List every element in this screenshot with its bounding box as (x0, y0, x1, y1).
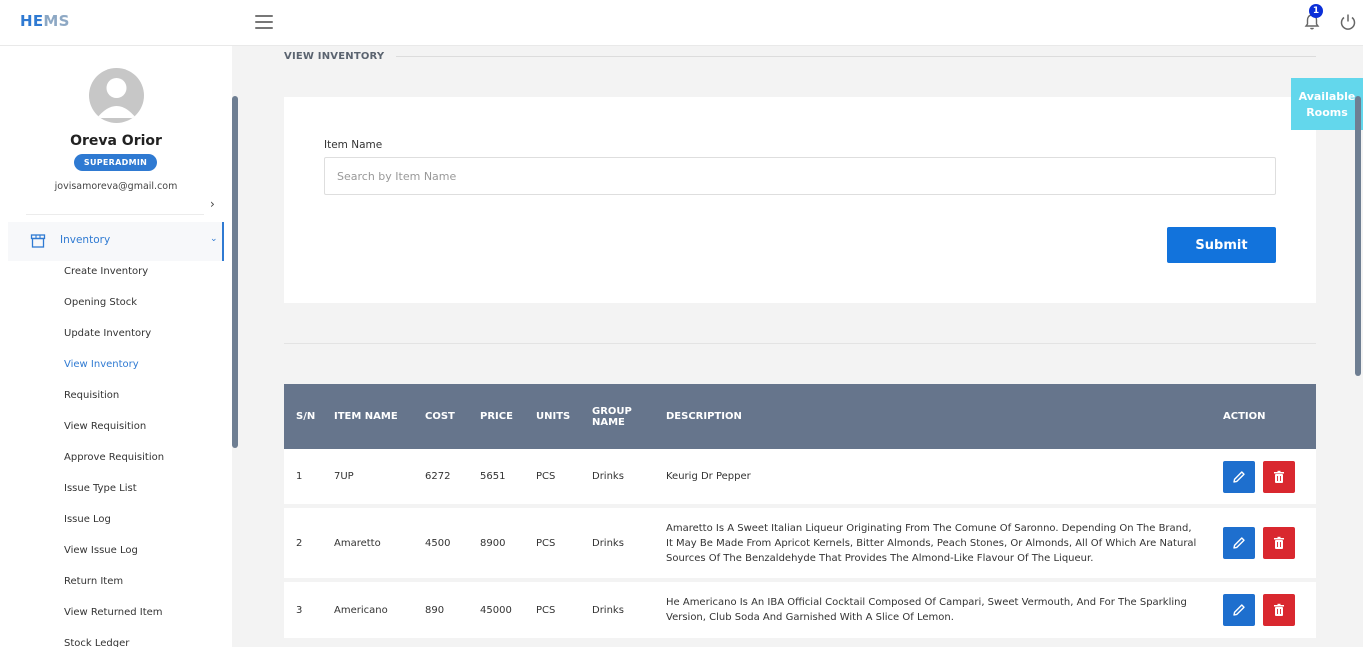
delete-button[interactable] (1263, 527, 1295, 559)
cell-sn: 2 (284, 508, 328, 582)
cell-cost: 6272 (419, 449, 474, 508)
item-name-search-input[interactable] (324, 157, 1276, 195)
submit-button[interactable]: Submit (1167, 227, 1276, 263)
cell-action (1217, 449, 1316, 508)
header-price: PRICE (474, 384, 530, 449)
cell-price: 5651 (474, 449, 530, 508)
power-icon[interactable] (1339, 13, 1357, 31)
cell-cost: 890 (419, 582, 474, 642)
cell-action (1217, 582, 1316, 642)
cell-units: PCS (530, 582, 586, 642)
sidebar-item-issue-log[interactable]: Issue Log (64, 510, 164, 541)
cell-price: 8900 (474, 508, 530, 582)
table-header-row: S/N ITEM NAME COST PRICE UNITS GROUP NAME… (284, 384, 1316, 449)
header-action: ACTION (1217, 384, 1316, 449)
brand-part-1: HE (20, 12, 44, 30)
edit-button[interactable] (1223, 460, 1255, 493)
edit-button[interactable] (1223, 594, 1255, 626)
available-rooms-line1: Available (1298, 90, 1356, 103)
header-group-line1: GROUP (592, 405, 632, 417)
page-title: VIEW INVENTORY (284, 51, 385, 62)
cell-group: Drinks (586, 449, 660, 508)
header-description: DESCRIPTION (660, 384, 1217, 449)
sidebar-item-view-returned-item[interactable]: View Returned Item (64, 603, 164, 634)
delete-button[interactable] (1263, 594, 1295, 626)
sidebar-item-label: Inventory (60, 234, 111, 246)
cell-sn: 3 (284, 582, 328, 642)
sidebar-item-update-inventory[interactable]: Update Inventory (64, 324, 164, 355)
header-group-name: GROUP NAME (586, 384, 660, 449)
table-row: 1 7UP 6272 5651 PCS Drinks Keurig Dr Pep… (284, 449, 1316, 508)
cell-cost: 4500 (419, 508, 474, 582)
user-email: jovisamoreva@gmail.com (54, 181, 178, 192)
user-name: Oreva Orior (70, 133, 162, 149)
section-divider (284, 343, 1316, 344)
cell-item-name: Amaretto (328, 508, 419, 582)
brand-part-2: MS (43, 12, 70, 30)
pencil-icon (1233, 470, 1245, 483)
inventory-table: S/N ITEM NAME COST PRICE UNITS GROUP NAME… (284, 384, 1316, 642)
sidebar-item-requisition[interactable]: Requisition (64, 386, 164, 417)
cell-description: Keurig Dr Pepper (660, 449, 1217, 508)
notification-badge: 1 (1309, 4, 1323, 18)
item-name-label: Item Name (324, 139, 383, 151)
cell-group: Drinks (586, 508, 660, 582)
inventory-table-container: S/N ITEM NAME COST PRICE UNITS GROUP NAME… (284, 384, 1316, 647)
cell-price: 45000 (474, 582, 530, 642)
cell-units: PCS (530, 449, 586, 508)
cell-group: Drinks (586, 582, 660, 642)
store-icon (30, 234, 46, 248)
cell-item-name: 7UP (328, 449, 419, 508)
chevron-down-icon: ⌄ (210, 234, 218, 244)
cell-description: Amaretto Is A Sweet Italian Liqueur Orig… (660, 508, 1217, 582)
cell-item-name: Americano (328, 582, 419, 642)
available-rooms-line2: Rooms (1306, 106, 1348, 119)
delete-button[interactable] (1263, 460, 1295, 493)
cell-units: PCS (530, 508, 586, 582)
table-row: 2 Amaretto 4500 8900 PCS Drinks Amaretto… (284, 508, 1316, 582)
sidebar-item-return-item[interactable]: Return Item (64, 572, 164, 603)
available-rooms-button[interactable]: Available Rooms (1291, 78, 1363, 130)
header-cost: COST (419, 384, 474, 449)
trash-icon (1274, 536, 1284, 549)
search-form-card: Item Name Submit (284, 97, 1316, 303)
trash-icon (1274, 603, 1284, 616)
page-scrollbar[interactable] (1355, 96, 1361, 376)
sidebar-item-view-inventory[interactable]: View Inventory (64, 355, 164, 386)
header-sn: S/N (284, 384, 328, 449)
sidebar-item-issue-type-list[interactable]: Issue Type List (64, 479, 164, 510)
sidebar-item-inventory[interactable]: Inventory ⌄ (8, 222, 224, 261)
brand-logo[interactable]: HEMS (20, 12, 70, 30)
header-units: UNITS (530, 384, 586, 449)
sidebar-item-view-requisition[interactable]: View Requisition (64, 417, 164, 448)
avatar (89, 68, 144, 123)
sidebar-divider (26, 214, 204, 215)
sidebar-item-create-inventory[interactable]: Create Inventory (64, 262, 164, 293)
header-item-name: ITEM NAME (328, 384, 419, 449)
cell-description: He Americano Is An IBA Official Cocktail… (660, 582, 1217, 642)
inventory-submenu: Create Inventory Opening Stock Update In… (64, 262, 164, 647)
trash-icon (1274, 470, 1284, 483)
pencil-icon (1233, 604, 1245, 616)
sidebar-item-view-issue-log[interactable]: View Issue Log (64, 541, 164, 572)
edit-button[interactable] (1223, 527, 1255, 559)
menu-toggle-icon[interactable] (255, 15, 273, 29)
sidebar-item-opening-stock[interactable]: Opening Stock (64, 293, 164, 324)
role-badge: SUPERADMIN (74, 154, 157, 171)
sidebar: Oreva Orior SUPERADMIN jovisamoreva@gmai… (0, 46, 232, 647)
header-group-line2: NAME (592, 416, 625, 428)
top-bar: HEMS 1 (0, 0, 1363, 46)
table-row: 3 Americano 890 45000 PCS Drinks He Amer… (284, 582, 1316, 642)
cell-sn: 1 (284, 449, 328, 508)
cell-action (1217, 508, 1316, 582)
main-content: VIEW INVENTORY Item Name Submit S/N ITEM… (238, 46, 1363, 647)
chevron-right-icon[interactable]: › (210, 197, 215, 211)
sidebar-item-stock-ledger[interactable]: Stock Ledger (64, 634, 164, 647)
pencil-icon (1233, 537, 1245, 549)
title-divider (396, 56, 1316, 57)
sidebar-item-approve-requisition[interactable]: Approve Requisition (64, 448, 164, 479)
